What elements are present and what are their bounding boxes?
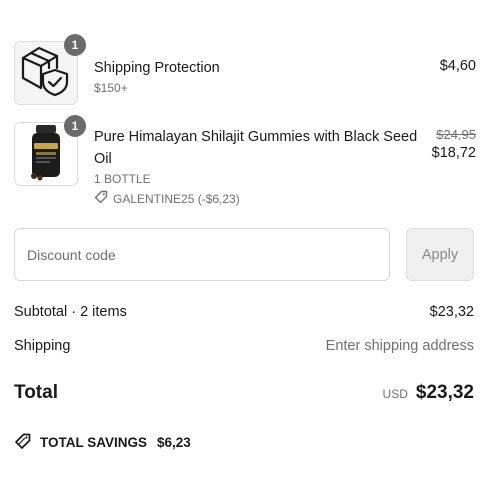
item-variant: $150+ [94, 81, 128, 95]
discount-tag: GALENTINE25 (-$6,23) [94, 190, 424, 207]
currency-code: USD [382, 387, 408, 401]
line-item: 1 Shipping Protection $150+ $4,60 [14, 34, 476, 107]
item-title: Pure Himalayan Shilajit Gummies with Bla… [94, 129, 418, 167]
total-label: Total [14, 382, 58, 403]
item-title: Shipping Protection [94, 60, 220, 76]
subtotal-value: $23,32 [429, 304, 474, 320]
package-shield-icon [19, 44, 73, 103]
supplement-bottle-image [24, 123, 68, 186]
item-variant: 1 BOTTLE [94, 172, 151, 186]
tag-icon [14, 432, 32, 453]
total-row: Total USD $23,32 [14, 382, 474, 404]
shipping-value: Enter shipping address [325, 338, 474, 354]
subtotal-row: Subtotal · 2 items $23,32 [14, 304, 474, 320]
total-savings: TOTAL SAVINGS $6,23 [14, 432, 191, 453]
apply-button[interactable]: Apply [406, 228, 474, 281]
line-item: 1 Pure Himalayan Shilajit Gummies with B… [14, 115, 476, 207]
savings-value: $6,23 [157, 435, 191, 450]
discount-code-input[interactable] [14, 228, 390, 281]
item-price: $4,60 [439, 58, 476, 74]
quantity-badge: 1 [64, 34, 86, 56]
tag-icon [94, 190, 108, 207]
subtotal-label: Subtotal · 2 items [14, 304, 127, 320]
discount-code-text: GALENTINE25 (-$6,23) [113, 191, 240, 206]
total-value: $23,32 [415, 382, 474, 403]
shipping-label: Shipping [14, 338, 71, 354]
savings-label: TOTAL SAVINGS [40, 435, 148, 450]
shipping-row: Shipping Enter shipping address [14, 338, 474, 354]
original-price: $24,95 [436, 127, 476, 142]
item-price: $18,72 [431, 145, 476, 161]
discount-form: Apply [14, 228, 474, 281]
quantity-badge: 1 [64, 115, 86, 137]
